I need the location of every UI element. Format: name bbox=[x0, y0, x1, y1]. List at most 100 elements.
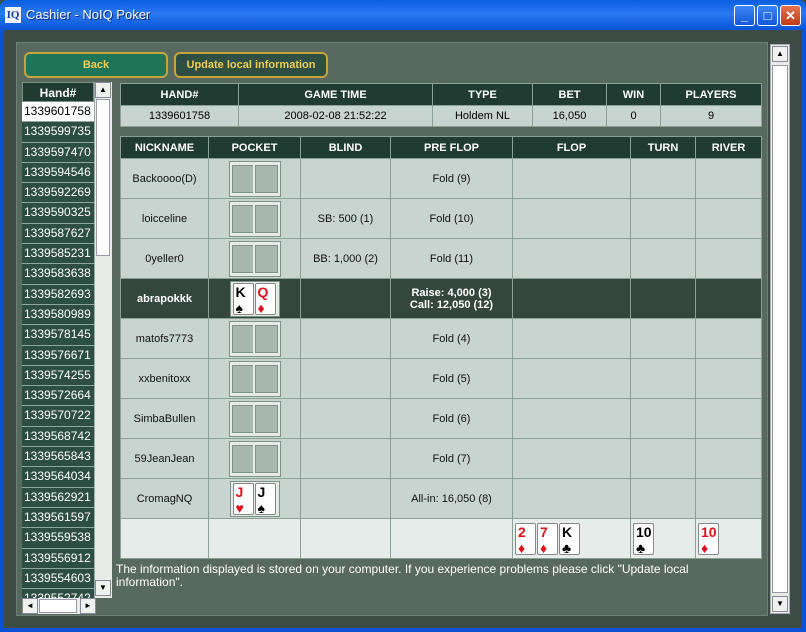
main-scroll-down-icon[interactable]: ▼ bbox=[772, 596, 788, 612]
hand-list-item[interactable]: 1339599735 bbox=[22, 122, 94, 143]
playing-card: J ♥ bbox=[232, 482, 254, 516]
player-row[interactable]: Backoooo(D) Fold (9) bbox=[120, 158, 762, 199]
player-row[interactable]: SimbaBullen Fold (6) bbox=[120, 398, 762, 439]
hand-list-item[interactable]: 1339583638 bbox=[22, 264, 94, 285]
scroll-right-icon[interactable]: ► bbox=[80, 598, 96, 614]
card-rank: J bbox=[235, 483, 244, 500]
player-river bbox=[695, 198, 762, 239]
player-flop bbox=[512, 198, 631, 239]
card-back-icon bbox=[252, 402, 280, 435]
player-preflop: Fold (4) bbox=[390, 318, 513, 359]
scrollbar-thumb[interactable] bbox=[96, 99, 110, 256]
player-blind bbox=[300, 438, 391, 479]
col-hand: HAND# bbox=[120, 83, 239, 106]
card-backs bbox=[228, 440, 281, 477]
card-group: K ♠ Q ♦ bbox=[229, 280, 280, 317]
board-flop: 2 ♦ 7 ♦ K ♣ bbox=[512, 518, 631, 559]
hand-list-item[interactable]: 1339570722 bbox=[22, 406, 94, 427]
hand-list-item[interactable]: 1339574255 bbox=[22, 365, 94, 387]
card-suit-icon: ♦ bbox=[518, 539, 526, 556]
hand-list-item[interactable]: 1339562921 bbox=[22, 487, 94, 508]
card-backs bbox=[228, 400, 281, 437]
player-preflop: Fold (7) bbox=[390, 438, 513, 479]
scroll-up-icon[interactable]: ▲ bbox=[95, 82, 111, 98]
hand-list-item[interactable]: 1339587627 bbox=[22, 223, 94, 245]
card-rank: 10 bbox=[636, 523, 652, 540]
board-river: 10 ♦ bbox=[695, 518, 762, 559]
card-rank: K bbox=[562, 523, 573, 540]
minimize-button[interactable]: _ bbox=[734, 5, 755, 26]
players-table: NICKNAME POCKET BLIND PRE FLOP FLOP TURN… bbox=[120, 136, 762, 559]
player-flop bbox=[512, 478, 631, 519]
card-suit-icon: ♠ bbox=[235, 299, 243, 316]
hand-list-item[interactable]: 1339592269 bbox=[22, 183, 94, 204]
col-players: PLAYERS bbox=[660, 83, 762, 106]
hand-list-item[interactable]: 1339594546 bbox=[22, 162, 94, 184]
preflop-action: Fold (10) bbox=[429, 212, 474, 225]
title-bar: IQ Cashier - NoIQ Poker _ □ ✕ bbox=[0, 0, 806, 30]
player-row[interactable]: 0yeller0 BB: 1,000 (2) Fold (11) bbox=[120, 238, 762, 279]
player-row[interactable]: xxbenitoxx Fold (5) bbox=[120, 358, 762, 399]
player-river bbox=[695, 278, 762, 319]
player-pocket bbox=[208, 158, 301, 199]
card-group: 10 ♦ bbox=[696, 522, 722, 556]
player-blind bbox=[300, 158, 391, 199]
hand-list-item[interactable]: 1339576671 bbox=[22, 345, 94, 366]
player-blind: SB: 500 (1) bbox=[300, 198, 391, 239]
card-rank: Q bbox=[257, 283, 269, 300]
hand-list-hscrollbar[interactable]: ◄ ► bbox=[22, 598, 96, 614]
hand-list-item[interactable]: 1339597470 bbox=[22, 142, 94, 163]
card-backs bbox=[228, 200, 281, 237]
hand-list-item[interactable]: 1339590325 bbox=[22, 203, 94, 224]
player-pocket: J ♥ J ♠ bbox=[208, 478, 301, 519]
maximize-button[interactable]: □ bbox=[757, 5, 778, 26]
player-blind bbox=[300, 398, 391, 439]
player-row[interactable]: loicceline SB: 500 (1) Fold (10) bbox=[120, 198, 762, 239]
player-nickname: matofs7773 bbox=[120, 318, 209, 359]
scroll-down-icon[interactable]: ▼ bbox=[95, 580, 111, 596]
main-scrollbar-thumb[interactable] bbox=[772, 65, 788, 593]
hand-list-scrollbar[interactable]: ▲ ▼ bbox=[94, 82, 112, 598]
main-scrollbar[interactable]: ▲ ▼ bbox=[770, 44, 790, 614]
hand-list-item[interactable]: 1339561597 bbox=[22, 507, 94, 529]
update-local-information-button[interactable]: Update local information bbox=[174, 52, 328, 78]
player-nickname: xxbenitoxx bbox=[120, 358, 209, 399]
hand-list-item[interactable]: 1339554603 bbox=[22, 568, 94, 590]
hand-list-item[interactable]: 1339585231 bbox=[22, 244, 94, 265]
hand-list-item[interactable]: 1339601758 bbox=[22, 102, 94, 123]
hand-list-item[interactable]: 1339564034 bbox=[22, 467, 94, 488]
hscrollbar-thumb[interactable] bbox=[39, 599, 77, 613]
hand-list-item[interactable]: 1339580989 bbox=[22, 304, 94, 326]
player-preflop: Fold (11) bbox=[390, 238, 513, 279]
hand-list-item[interactable]: 1339565843 bbox=[22, 447, 94, 468]
card-backs bbox=[228, 160, 281, 197]
player-turn bbox=[630, 398, 696, 439]
back-button[interactable]: Back bbox=[24, 52, 168, 78]
player-turn bbox=[630, 158, 696, 199]
player-flop bbox=[512, 158, 631, 199]
hand-list-item[interactable]: 1339556912 bbox=[22, 548, 94, 569]
player-preflop: Fold (5) bbox=[390, 358, 513, 399]
playing-card: K ♣ bbox=[559, 522, 580, 556]
card-suit-icon: ♣ bbox=[562, 539, 572, 556]
hand-list-item[interactable]: 1339559538 bbox=[22, 528, 94, 549]
card-back-icon bbox=[252, 162, 280, 195]
board-empty bbox=[300, 518, 391, 559]
player-row[interactable]: matofs7773 Fold (4) bbox=[120, 318, 762, 359]
hand-list-item[interactable]: 1339572664 bbox=[22, 386, 94, 407]
hand-list-item[interactable]: 1339552742 bbox=[22, 589, 94, 598]
player-turn bbox=[630, 198, 696, 239]
close-button[interactable]: ✕ bbox=[780, 5, 801, 26]
player-row[interactable]: CromagNQ J ♥ J ♠ All-in: 16,050 (8) bbox=[120, 478, 762, 519]
scroll-left-icon[interactable]: ◄ bbox=[22, 598, 38, 614]
player-row[interactable]: 59JeanJean Fold (7) bbox=[120, 438, 762, 479]
hand-list-item[interactable]: 1339578145 bbox=[22, 325, 94, 346]
board-empty bbox=[390, 518, 513, 559]
card-suit-icon: ♣ bbox=[636, 539, 646, 556]
player-row[interactable]: abrapokkk K ♠ Q ♦ Raise: 4,000 (3) Call: 12,05… bbox=[120, 278, 762, 319]
hand-list-item[interactable]: 1339582693 bbox=[22, 284, 94, 305]
main-scroll-up-icon[interactable]: ▲ bbox=[772, 46, 788, 62]
player-river bbox=[695, 438, 762, 479]
hand-list-item[interactable]: 1339568742 bbox=[22, 426, 94, 448]
preflop-action: Fold (7) bbox=[432, 452, 471, 465]
